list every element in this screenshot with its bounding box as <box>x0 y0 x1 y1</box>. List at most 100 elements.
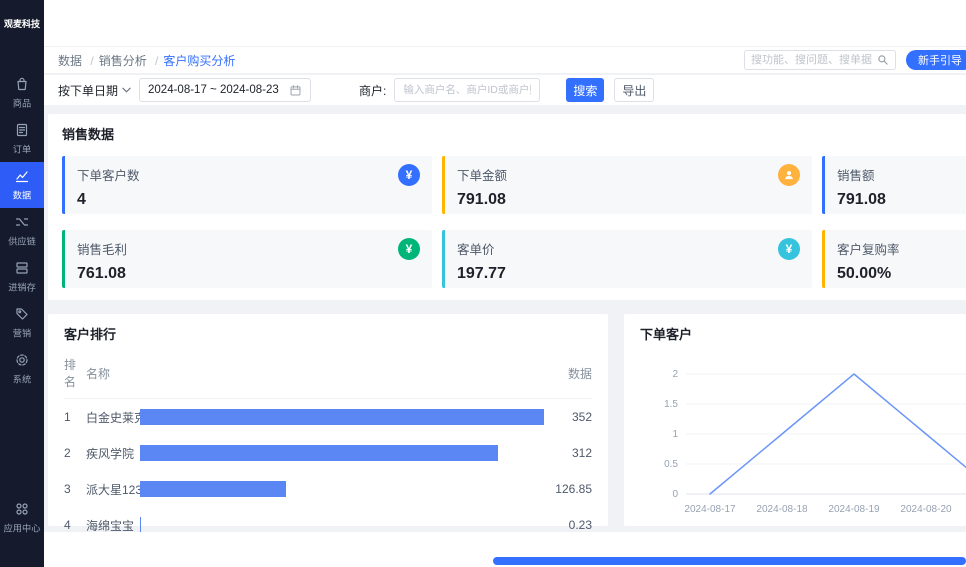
supply-chain-icon <box>14 214 30 230</box>
svg-text:2024-08-20: 2024-08-20 <box>900 504 952 515</box>
topbar: 数据 销售分析 客户购买分析 新手引导 <box>44 46 966 74</box>
stat-value: 4 <box>77 191 420 209</box>
sidebar-item-data[interactable]: 数据 <box>0 162 44 208</box>
marketing-icon <box>14 306 30 322</box>
sidebar-item-orders[interactable]: 订单 <box>0 116 44 162</box>
app-logo: 观麦科技 <box>4 20 40 30</box>
sales-section-title: 销售数据 <box>62 126 966 144</box>
stat-value: 791.08 <box>457 191 800 209</box>
stat-value: 50.00% <box>837 265 966 283</box>
stat-card-repurchase-rate: 客户复购率 50.00% <box>822 230 966 288</box>
sidebar-item-label: 订单 <box>13 141 31 155</box>
user-icon <box>778 164 800 186</box>
breadcrumb-sales-analysis[interactable]: 销售分析 <box>99 52 164 69</box>
sidebar-item-label: 进销存 <box>8 279 36 293</box>
ranking-bar <box>140 517 141 533</box>
goods-icon <box>14 76 30 92</box>
stat-label: 客户复购率 <box>837 239 966 258</box>
sidebar-item-label: 应用中心 <box>4 521 41 535</box>
customer-ranking-card: 客户排行 排名 名称 数据 1 白金史莱克 352 2 疾风学院 312 3 派… <box>48 314 608 526</box>
rank-number: 3 <box>64 482 86 496</box>
calendar-icon <box>289 84 302 97</box>
ranking-bar <box>140 481 286 497</box>
orders-icon <box>14 122 30 138</box>
rank-number: 4 <box>64 518 86 532</box>
chevron-down-icon <box>122 87 131 93</box>
ranking-title: 客户排行 <box>64 326 592 344</box>
sidebar-item-inventory[interactable]: 进销存 <box>0 254 44 300</box>
date-range-input[interactable] <box>148 84 283 96</box>
svg-text:1.5: 1.5 <box>664 399 678 410</box>
sidebar-menu: 商品 订单 数据 供应链 进销存 营销 <box>0 70 44 392</box>
table-row: 2 疾风学院 312 <box>64 435 592 471</box>
ranking-header: 排名 名称 数据 <box>64 356 592 399</box>
yuan-icon: ¥ <box>398 238 420 260</box>
ranking-header-rank: 排名 <box>64 356 86 390</box>
customer-name: 海绵宝宝 <box>86 517 140 534</box>
ranking-header-name: 名称 <box>86 365 140 382</box>
chart-title: 下单客户 <box>640 326 966 344</box>
merchant-search-box[interactable] <box>394 78 540 102</box>
dashboard: 观麦科技 商品 订单 数据 供应链 进销存 <box>0 0 966 567</box>
global-search-box[interactable] <box>744 50 896 70</box>
sidebar-item-system[interactable]: 系统 <box>0 346 44 392</box>
customer-name: 疾风学院 <box>86 445 140 462</box>
stat-label: 客单价 <box>457 239 800 258</box>
order-customers-card: 下单客户 00.511.522024-08-172024-08-182024-0… <box>624 314 966 526</box>
order-customers-line-chart: 00.511.522024-08-172024-08-182024-08-192… <box>640 354 966 526</box>
svg-text:1: 1 <box>672 429 678 440</box>
stat-card-gross-profit: 销售毛利 761.08 ¥ <box>62 230 432 288</box>
merchant-search-input[interactable] <box>403 84 531 96</box>
table-row: 1 白金史莱克 352 <box>64 399 592 435</box>
top-whitespace <box>44 0 966 46</box>
customer-value: 312 <box>552 446 592 460</box>
stat-value: 197.77 <box>457 265 800 283</box>
sidebar: 观麦科技 商品 订单 数据 供应链 进销存 <box>0 0 44 567</box>
global-search-input[interactable] <box>751 54 877 66</box>
sidebar-item-label: 商品 <box>13 95 31 109</box>
search-button[interactable]: 搜索 <box>566 78 604 102</box>
ranking-bar <box>140 445 498 461</box>
breadcrumb-data[interactable]: 数据 <box>58 52 99 69</box>
data-chart-icon <box>14 168 30 184</box>
stat-value: 761.08 <box>77 265 420 283</box>
sidebar-item-marketing[interactable]: 营销 <box>0 300 44 346</box>
customer-value: 126.85 <box>552 482 592 496</box>
ranking-header-value: 数据 <box>552 365 592 382</box>
breadcrumb: 数据 销售分析 客户购买分析 <box>58 52 235 69</box>
sidebar-item-app-center[interactable]: 应用中心 <box>0 495 44 541</box>
stat-label: 下单金额 <box>457 165 800 184</box>
sidebar-item-label: 系统 <box>13 371 31 385</box>
yuan-icon: ¥ <box>398 164 420 186</box>
search-icon[interactable] <box>877 54 889 66</box>
filter-bar: 按下单日期 商户: 搜索 导出 <box>44 75 966 105</box>
customer-value: 352 <box>552 410 592 424</box>
gear-icon <box>14 352 30 368</box>
sidebar-item-goods[interactable]: 商品 <box>0 70 44 116</box>
export-button[interactable]: 导出 <box>614 78 654 102</box>
stat-card-order-customer-count: 下单客户数 4 ¥ <box>62 156 432 214</box>
sales-summary-card: 销售数据 下单客户数 4 ¥ 下单金额 791.08 销售额 791.08 销售… <box>48 114 966 300</box>
sidebar-item-supply-chain[interactable]: 供应链 <box>0 208 44 254</box>
merchant-label: 商户: <box>359 82 386 99</box>
date-range-picker[interactable] <box>139 78 311 102</box>
svg-text:2: 2 <box>672 369 678 380</box>
breadcrumb-customer-purchase-analysis[interactable]: 客户购买分析 <box>163 52 235 69</box>
stat-label: 下单客户数 <box>77 165 420 184</box>
svg-text:2024-08-17: 2024-08-17 <box>684 504 736 515</box>
svg-text:0: 0 <box>672 489 678 500</box>
ranking-bar <box>140 409 544 425</box>
horizontal-scrollbar-thumb[interactable] <box>493 557 966 565</box>
sidebar-item-label: 供应链 <box>8 233 36 247</box>
app-grid-icon <box>14 501 30 517</box>
rank-number: 2 <box>64 446 86 460</box>
stat-card-sales-amount: 销售额 791.08 <box>822 156 966 214</box>
stat-card-order-amount: 下单金额 791.08 <box>442 156 812 214</box>
date-type-dropdown[interactable]: 按下单日期 <box>58 82 131 99</box>
stat-value: 791.08 <box>837 191 966 209</box>
beginner-guide-button[interactable]: 新手引导 <box>906 50 966 70</box>
table-row: 3 派大星123 126.85 <box>64 471 592 507</box>
stat-label: 销售额 <box>837 165 966 184</box>
svg-text:2024-08-19: 2024-08-19 <box>828 504 880 515</box>
yuan-icon: ¥ <box>778 238 800 260</box>
